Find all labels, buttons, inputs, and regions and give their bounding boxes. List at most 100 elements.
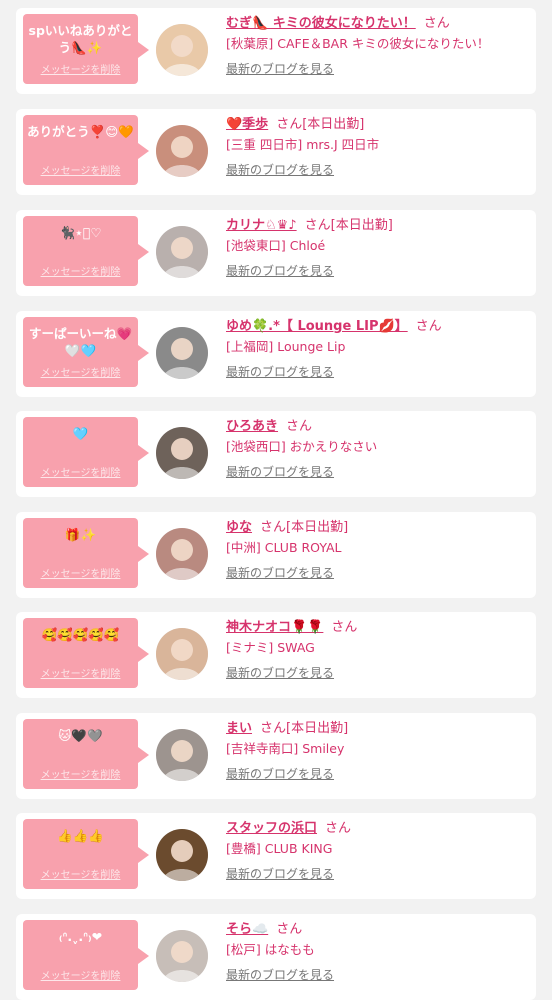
avatar-image (156, 729, 208, 781)
cast-info: ❤️季歩 さん[本日出勤] [三重 四日市] mrs.J 四日市 最新のブログを見… (226, 115, 528, 178)
name-line: ❤️季歩 さん[本日出勤] (226, 115, 528, 135)
message-card: 🎁✨ メッセージを削除 ゆな さん[本日出勤] [中洲] CLUB ROYAL 最… (16, 512, 536, 598)
shop-label: [吉祥寺南口] Smiley (226, 741, 345, 756)
delete-message-link[interactable]: メッセージを削除 (23, 464, 138, 479)
latest-blog-link[interactable]: 最新のブログを見る (226, 161, 334, 178)
name-line: ゆな さん[本日出勤] (226, 518, 528, 538)
latest-blog-link[interactable]: 最新のブログを見る (226, 463, 334, 480)
message-bubble: すーぱーいーね💗🤍🩵 メッセージを削除 (23, 317, 149, 387)
delete-message-link[interactable]: メッセージを削除 (23, 565, 138, 580)
avatar[interactable] (156, 125, 208, 177)
honorific: さん (415, 319, 442, 334)
latest-blog-link[interactable]: 最新のブログを見る (226, 865, 334, 882)
shop-label: [池袋東口] Chloé (226, 238, 326, 253)
message-card: 🐱🖤🩶 メッセージを削除 まい さん[本日出勤] [吉祥寺南口] Smiley 最… (16, 713, 536, 799)
cast-info: 神木ナオコ🌹🌹 さん [ミナミ] SWAG 最新のブログを見る (226, 618, 528, 681)
honorific: さん (325, 821, 352, 836)
cast-info: ゆめ🍀.*【 Lounge LIP💋】 さん [上福岡] Lounge Lip 最… (226, 317, 528, 380)
honorific: さん (276, 117, 303, 132)
cast-name-link[interactable]: カリナ♘♛♪ (226, 218, 297, 233)
delete-message-link[interactable]: メッセージを削除 (23, 967, 138, 982)
cast-name-link[interactable]: ゆめ🍀.*【 Lounge LIP💋】 (226, 319, 408, 334)
avatar-image (156, 528, 208, 580)
latest-blog-link[interactable]: 最新のブログを見る (226, 765, 334, 782)
delete-message-link[interactable]: メッセージを削除 (23, 263, 138, 278)
message-text: すーぱーいーね💗🤍🩵 (28, 326, 133, 358)
latest-blog-link[interactable]: 最新のブログを見る (226, 564, 334, 581)
latest-blog-link[interactable]: 最新のブログを見る (226, 363, 334, 380)
name-line: 神木ナオコ🌹🌹 さん (226, 618, 528, 638)
cast-name-link[interactable]: ❤️季歩 (226, 117, 268, 132)
cast-info: カリナ♘♛♪ さん[本日出勤] [池袋東口] Chloé 最新のブログを見る (226, 216, 528, 279)
avatar[interactable] (156, 24, 208, 76)
work-status-badge: [本日出勤] (302, 117, 365, 132)
delete-message-link[interactable]: メッセージを削除 (23, 61, 138, 76)
message-card: すーぱーいーね💗🤍🩵 メッセージを削除 ゆめ🍀.*【 Lounge LIP💋】さ… (16, 311, 536, 397)
avatar-image (156, 226, 208, 278)
avatar[interactable] (156, 226, 208, 278)
avatar-image (156, 628, 208, 680)
shop-label: [松戸] はなもも (226, 942, 315, 957)
avatar[interactable] (156, 829, 208, 881)
cast-info: まい さん[本日出勤] [吉祥寺南口] Smiley 最新のブログを見る (226, 719, 528, 782)
message-text: 👍👍👍 (57, 828, 104, 843)
message-card: 👍👍👍 メッセージを削除 スタッフの浜口 さん [豊橋] CLUB KING 最新… (16, 813, 536, 899)
avatar[interactable] (156, 930, 208, 982)
delete-message-link[interactable]: メッセージを削除 (23, 866, 138, 881)
honorific: さん (304, 218, 331, 233)
message-card: ₍ᐢ.ˬ.ᐢ₎❤ メッセージを削除 そら☁️ さん [松戸] はなもも 最新のブロ… (16, 914, 536, 1000)
message-list: spいいねありがとう👠✨ メッセージを削除 むぎ👠 キミの彼女になりたい！ さん … (0, 0, 552, 1000)
cast-name-link[interactable]: ひろあき (226, 419, 278, 434)
message-text: 🐱🖤🩶 (58, 728, 103, 743)
honorific: さん (260, 520, 287, 535)
cast-info: ゆな さん[本日出勤] [中洲] CLUB ROYAL 最新のブログを見る (226, 518, 528, 581)
avatar-image (156, 24, 208, 76)
delete-message-link[interactable]: メッセージを削除 (23, 766, 138, 781)
cast-name-link[interactable]: むぎ👠 キミの彼女になりたい！ (226, 16, 416, 31)
message-bubble: 🩵 メッセージを削除 (23, 417, 149, 487)
shop-label: [秋葉原] CAFE＆BAR キミの彼女になりたい！ (226, 36, 490, 51)
message-card: ありがとう❣️😊🧡 メッセージを削除 ❤️季歩 さん[本日出勤] [三重 四日市]… (16, 109, 536, 195)
name-line: カリナ♘♛♪ さん[本日出勤] (226, 216, 528, 236)
cast-name-link[interactable]: そら☁️ (226, 922, 268, 937)
message-text: 🎁✨ (64, 527, 97, 542)
shop-label: [ミナミ] SWAG (226, 640, 315, 655)
avatar-image (156, 930, 208, 982)
avatar[interactable] (156, 327, 208, 379)
message-text: ありがとう❣️😊🧡 (27, 124, 134, 139)
work-status-badge: [本日出勤] (286, 721, 349, 736)
cast-name-link[interactable]: まい (226, 721, 252, 736)
message-text: ₍ᐢ.ˬ.ᐢ₎❤ (58, 929, 103, 944)
message-text: 🩵 (72, 426, 89, 441)
avatar-image (156, 327, 208, 379)
latest-blog-link[interactable]: 最新のブログを見る (226, 664, 334, 681)
delete-message-link[interactable]: メッセージを削除 (23, 162, 138, 177)
avatar-image (156, 125, 208, 177)
avatar[interactable] (156, 628, 208, 680)
cast-name-link[interactable]: ゆな (226, 520, 252, 535)
shop-label: [三重 四日市] mrs.J 四日市 (226, 137, 380, 152)
cast-name-link[interactable]: 神木ナオコ🌹🌹 (226, 620, 323, 635)
name-line: まい さん[本日出勤] (226, 719, 528, 739)
latest-blog-link[interactable]: 最新のブログを見る (226, 60, 334, 77)
message-bubble: 🐈‍⬛⋆͛♡ メッセージを削除 (23, 216, 149, 286)
message-card: 🥰🥰🥰🥰🥰 メッセージを削除 神木ナオコ🌹🌹 さん [ミナミ] SWAG 最新のブ… (16, 612, 536, 698)
message-card: spいいねありがとう👠✨ メッセージを削除 むぎ👠 キミの彼女になりたい！ さん … (16, 8, 536, 94)
delete-message-link[interactable]: メッセージを削除 (23, 364, 138, 379)
latest-blog-link[interactable]: 最新のブログを見る (226, 966, 334, 983)
shop-label: [上福岡] Lounge Lip (226, 339, 346, 354)
avatar[interactable] (156, 427, 208, 479)
work-status-badge: [本日出勤] (330, 218, 393, 233)
message-bubble: ありがとう❣️😊🧡 メッセージを削除 (23, 115, 149, 185)
avatar-image (156, 427, 208, 479)
message-bubble: 🐱🖤🩶 メッセージを削除 (23, 719, 149, 789)
avatar[interactable] (156, 729, 208, 781)
avatar[interactable] (156, 528, 208, 580)
cast-name-link[interactable]: スタッフの浜口 (226, 821, 317, 836)
message-bubble: spいいねありがとう👠✨ メッセージを削除 (23, 14, 149, 84)
delete-message-link[interactable]: メッセージを削除 (23, 665, 138, 680)
latest-blog-link[interactable]: 最新のブログを見る (226, 262, 334, 279)
name-line: スタッフの浜口 さん (226, 819, 528, 839)
message-text: 🥰🥰🥰🥰🥰 (41, 627, 120, 642)
honorific: さん (331, 620, 358, 635)
